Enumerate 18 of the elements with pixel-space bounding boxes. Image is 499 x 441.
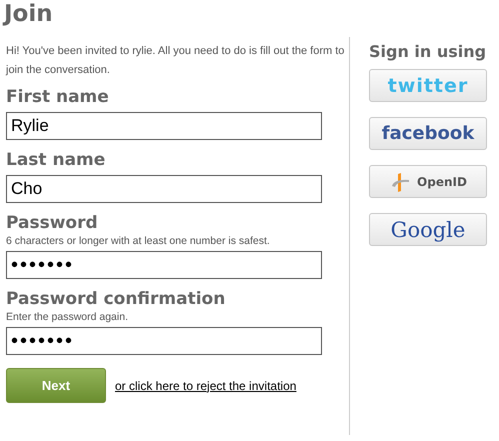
- sign-in-button[interactable]: Google: [369, 213, 487, 246]
- sign-in-heading: Sign in using: [369, 42, 487, 61]
- sign-in-button[interactable]: facebook: [369, 117, 487, 150]
- field-label: Password confirmation: [6, 288, 226, 310]
- field-label: First name: [6, 86, 110, 108]
- input-field[interactable]: Cho: [6, 175, 322, 203]
- intro-text: Hi! You've been invited to rylie. All you need to do is fill out the form to join the conversation.: [6, 44, 346, 78]
- sign-in-button[interactable]: OpenID: [369, 165, 487, 198]
- field-label: Last name: [6, 149, 106, 171]
- input-field[interactable]: •••••••: [6, 251, 322, 279]
- page-title: Join: [2, 0, 54, 29]
- openid-icon: [389, 170, 412, 192]
- field-hint: Enter the password again.: [6, 311, 129, 323]
- input-field[interactable]: Rylie: [6, 112, 322, 140]
- input-field[interactable]: •••••••: [6, 327, 322, 355]
- field-label: Password: [6, 212, 99, 234]
- field-hint: 6 characters or longer with at least one number is safest.: [6, 235, 271, 247]
- reject-link[interactable]: or click here to reject the invitation: [115, 378, 296, 392]
